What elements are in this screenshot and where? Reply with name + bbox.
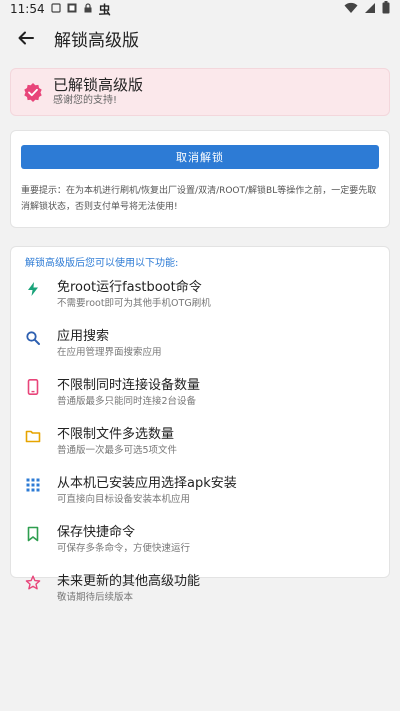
bug-icon: 虫	[98, 2, 111, 17]
wifi-icon	[344, 2, 358, 17]
phone-icon	[27, 379, 39, 395]
feature-item: 从本机已安装应用选择apk安装 可直接向目标设备安装本机应用	[11, 475, 389, 518]
feature-desc: 可保存多条命令，方便快速运行	[57, 543, 191, 554]
status-bar: 11:54 虫	[0, 0, 400, 18]
cancel-unlock-button[interactable]: 取消解锁	[21, 145, 379, 169]
feature-desc: 敬请期待后续版本	[57, 592, 134, 603]
features-header: 解锁高级版后您可以使用以下功能:	[25, 258, 179, 269]
feature-item: 保存快捷命令 可保存多条命令，方便快速运行	[11, 524, 389, 567]
cloud-icon	[67, 2, 77, 16]
feature-item: 应用搜索 在应用管理界面搜索应用	[11, 328, 389, 371]
top-app-bar: 解锁高级版	[0, 18, 400, 58]
apps-grid-icon	[26, 478, 40, 492]
star-icon	[25, 575, 41, 590]
unlocked-status-card: 已解锁高级版 感谢您的支持!	[10, 68, 390, 116]
search-icon	[26, 331, 40, 345]
feature-desc: 普通版一次最多可选5项文件	[57, 445, 178, 456]
feature-item: 不限制文件多选数量 普通版一次最多可选5项文件	[11, 426, 389, 469]
feature-title: 不限制文件多选数量	[57, 427, 175, 442]
lightning-icon	[28, 282, 38, 296]
warning-text: 重要提示：在为本机进行刷机/恢复出厂设置/双清/ROOT/解锁BL等操作之前，一…	[21, 186, 377, 212]
feature-item: 免root运行fastboot命令 不需要root即可为其他手机OTG刷机	[11, 279, 389, 322]
feature-title: 免root运行fastboot命令	[57, 280, 202, 295]
verified-badge-icon	[24, 83, 42, 102]
feature-desc: 在应用管理界面搜索应用	[57, 347, 162, 358]
unlocked-subtitle: 感谢您的支持!	[53, 95, 118, 106]
feature-desc: 可直接向目标设备安装本机应用	[57, 494, 191, 505]
signal-icon	[364, 2, 376, 17]
feature-title: 不限制同时连接设备数量	[57, 378, 201, 393]
feature-item: 未来更新的其他高级功能 敬请期待后续版本	[11, 573, 389, 616]
features-card: 解锁高级版后您可以使用以下功能: 免root运行fastboot命令 不需要ro…	[10, 246, 390, 603]
unlocked-title: 已解锁高级版	[53, 76, 144, 94]
feature-title: 从本机已安装应用选择apk安装	[57, 476, 237, 491]
battery-icon	[382, 1, 390, 17]
feature-desc: 不需要root即可为其他手机OTG刷机	[57, 298, 211, 309]
feature-title: 应用搜索	[57, 329, 110, 344]
folder-icon	[25, 430, 41, 443]
page-title: 解锁高级版	[54, 30, 139, 51]
status-time: 11:54	[10, 2, 45, 16]
feature-title: 保存快捷命令	[57, 525, 136, 540]
cancel-unlock-card: 取消解锁 重要提示：在为本机进行刷机/恢复出厂设置/双清/ROOT/解锁BL等操…	[10, 130, 390, 228]
lock-icon	[83, 2, 93, 16]
feature-title: 未来更新的其他高级功能	[57, 574, 201, 589]
bookmark-icon	[27, 526, 39, 542]
notification-icon	[50, 2, 61, 16]
feature-desc: 普通版最多只能同时连接2台设备	[57, 396, 197, 407]
feature-item: 不限制同时连接设备数量 普通版最多只能同时连接2台设备	[11, 377, 389, 420]
back-button[interactable]	[12, 24, 40, 52]
arrow-left-icon	[18, 31, 34, 45]
